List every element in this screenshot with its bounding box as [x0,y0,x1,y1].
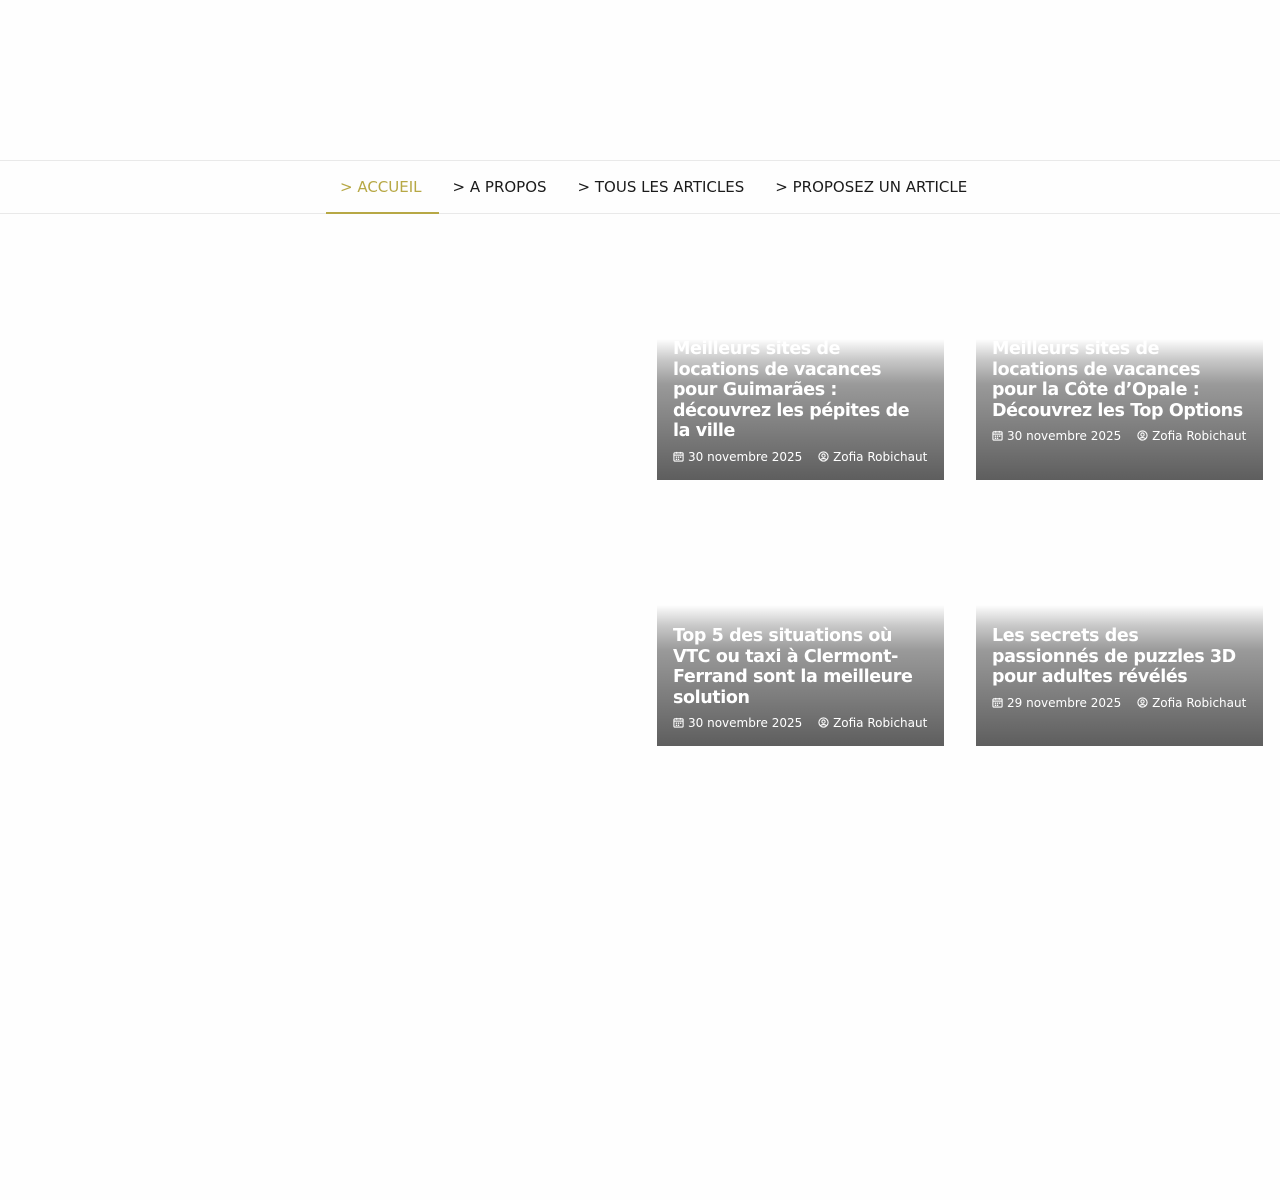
user-circle-icon [1137,696,1148,708]
article-title[interactable]: Meilleurs sites de locations de vacances… [673,339,928,442]
article-date: 30 novembre 2025 [673,450,806,464]
article-meta: 30 novembre 2025 Zofia Robichaut [992,427,1247,445]
article-author[interactable]: Zofia Robichaut [1137,696,1246,710]
nav-item-accueil[interactable]: > ACCUEIL [326,161,439,214]
nav-item-tous-les-articles[interactable]: > TOUS LES ARTICLES [564,161,762,213]
calendar-icon [992,697,1003,708]
article-card[interactable]: Meilleurs sites de locations de vacances… [657,339,944,480]
article-meta: 30 novembre 2025 Zofia Robichaut [673,714,928,732]
article-author[interactable]: Zofia Robichaut [818,716,927,730]
article-title[interactable]: Top 5 des situations où VTC ou taxi à Cl… [673,626,928,708]
article-author[interactable]: Zofia Robichaut [818,450,927,464]
calendar-icon [992,430,1003,441]
article-title[interactable]: Meilleurs sites de locations de vacances… [992,339,1247,421]
article-card[interactable]: Top 5 des situations où VTC ou taxi à Cl… [657,605,944,746]
article-author[interactable]: Zofia Robichaut [1137,429,1246,443]
article-card[interactable]: Les secrets des passionnés de puzzles 3D… [976,605,1263,746]
article-meta: 30 novembre 2025 Zofia Robichaut [673,448,928,466]
article-meta: 29 novembre 2025 Zofia Robichaut [992,694,1247,712]
header-area [0,0,1280,160]
article-date: 30 novembre 2025 [992,429,1125,443]
calendar-icon [673,451,684,462]
user-circle-icon [1137,430,1148,441]
calendar-icon [673,717,684,728]
main-navigation: > ACCUEIL > A PROPOS > TOUS LES ARTICLES… [0,160,1280,214]
article-title[interactable]: Les secrets des passionnés de puzzles 3D… [992,626,1247,688]
user-circle-icon [818,450,829,462]
nav-item-proposez-un-article[interactable]: > PROPOSEZ UN ARTICLE [761,161,984,213]
article-date: 29 novembre 2025 [992,696,1125,710]
user-circle-icon [818,717,829,728]
nav-item-a-propos[interactable]: > A PROPOS [439,161,564,213]
article-card[interactable]: Meilleurs sites de locations de vacances… [976,339,1263,480]
article-date: 30 novembre 2025 [673,716,806,730]
